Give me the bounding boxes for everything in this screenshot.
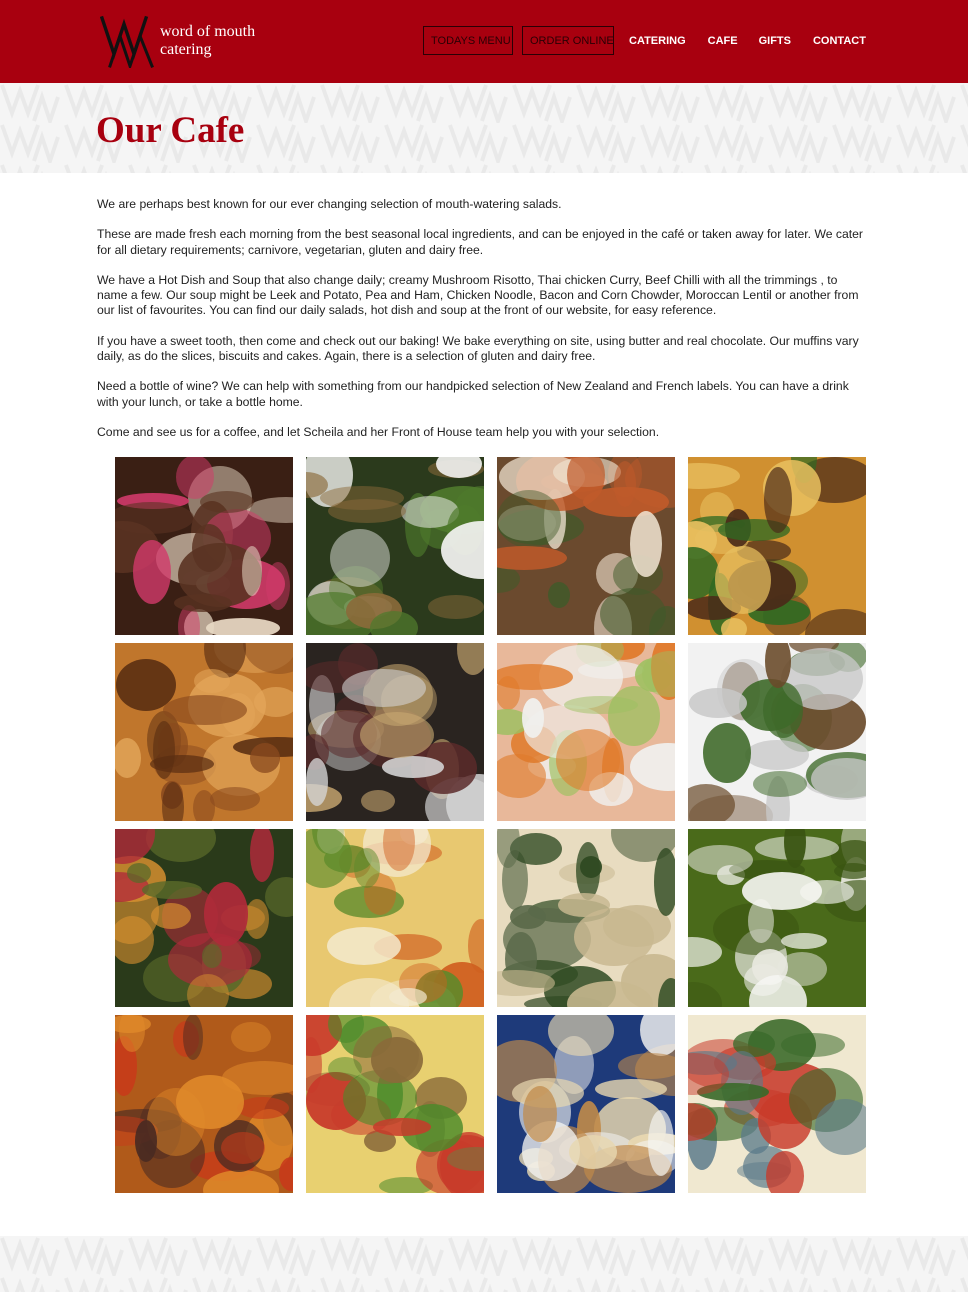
chickpea-kale-salad-photo[interactable] [115, 829, 293, 1007]
intro-text: We are perhaps best known for our ever c… [97, 197, 867, 455]
nav-order-online[interactable]: ORDER ONLINE [522, 26, 614, 55]
roast-vegetable-salad-photo[interactable] [497, 457, 675, 635]
paragraph-baking: If you have a sweet tooth, then come and… [97, 333, 859, 363]
salad-bowls-display-photo[interactable] [688, 643, 866, 821]
brand-name: word of mouth catering [160, 23, 255, 59]
footer-band [0, 1236, 968, 1292]
filled-bun-photo[interactable] [497, 1015, 675, 1193]
potato-salad-photo[interactable] [306, 1015, 484, 1193]
frittata-parsley-photo[interactable] [688, 457, 866, 635]
brand-logo[interactable]: word of mouth catering [100, 14, 255, 68]
hand-tossing-salad-photo[interactable] [497, 643, 675, 821]
pumpkin-risotto-photo[interactable] [306, 829, 484, 1007]
photo-gallery [115, 457, 867, 1193]
nav-gifts[interactable]: GIFTS [759, 26, 791, 55]
paragraph-hot-dish: We have a Hot Dish and Soup that also ch… [97, 272, 859, 318]
logo-mark-icon [100, 15, 154, 68]
penne-pasta-salad-photo[interactable] [497, 829, 675, 1007]
paragraph-fresh: These are made fresh each morning from t… [97, 227, 863, 257]
nav-todays-menu[interactable]: TODAYS MENU [423, 26, 513, 55]
brand-line-2: catering [160, 41, 212, 58]
paragraph-salads: We are perhaps best known for our ever c… [97, 197, 562, 211]
nav-contact[interactable]: CONTACT [813, 26, 866, 55]
page-title: Our Cafe [96, 110, 245, 151]
nav-catering[interactable]: CATERING [629, 26, 686, 55]
brand-line-1: word of mouth [160, 23, 256, 40]
green-soup-photo[interactable] [688, 829, 866, 1007]
roast-vegetable-bake-photo[interactable] [115, 1015, 293, 1193]
sandwich-rolls-photo[interactable] [688, 1015, 866, 1193]
paragraph-wine: Need a bottle of wine? We can help with … [97, 379, 849, 409]
title-band: Our Cafe [0, 83, 968, 173]
chocolate-cupcakes-photo[interactable] [115, 457, 293, 635]
site-header: word of mouth catering TODAYS MENU ORDER… [0, 0, 968, 83]
main-nav: TODAYS MENU ORDER ONLINE CATERING CAFE G… [423, 26, 866, 55]
paragraph-coffee: Come and see us for a coffee, and let Sc… [97, 424, 660, 439]
green-beans-bowl-photo[interactable] [306, 457, 484, 635]
footer-pattern [0, 1236, 968, 1292]
nav-cafe[interactable]: CAFE [708, 26, 738, 55]
cinnamon-scrolls-photo[interactable] [115, 643, 293, 821]
wine-shelf-photo[interactable] [306, 643, 484, 821]
